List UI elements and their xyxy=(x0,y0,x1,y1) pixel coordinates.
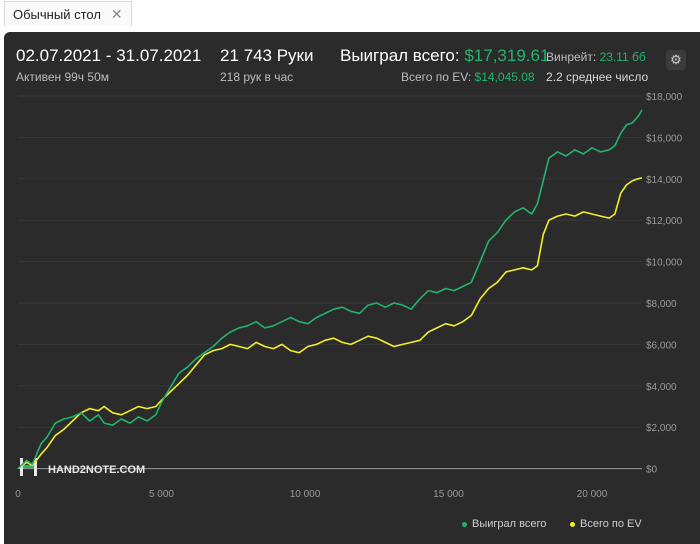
y-tick-label: $2,000 xyxy=(646,423,677,434)
tab-bar: Обычный стол ✕ xyxy=(0,0,700,28)
tab-regular-table[interactable]: Обычный стол ✕ xyxy=(4,1,132,26)
legend-ev-swatch xyxy=(570,521,575,527)
y-tick-label: $14,000 xyxy=(646,175,683,186)
x-tick-label: 10 000 xyxy=(290,489,321,500)
y-tick-label: $6,000 xyxy=(646,340,677,351)
y-tick-label: $12,000 xyxy=(646,216,683,227)
x-tick-label: 20 000 xyxy=(577,489,608,500)
y-tick-label: $18,000 xyxy=(646,92,683,103)
legend-won[interactable]: Выиграл всего xyxy=(462,518,546,530)
profit-chart: $0 $2,000 $4,000 $6,000 $8,000 $10,000 $12,000… xyxy=(15,92,683,500)
x-tick-label: 5 000 xyxy=(149,489,174,500)
legend-won-swatch xyxy=(462,521,467,527)
x-tick-label: 0 xyxy=(15,489,21,500)
y-tick-label: $8,000 xyxy=(646,299,677,310)
legend-won-label: Выиграл всего xyxy=(472,518,547,530)
tab-label: Обычный стол xyxy=(13,6,101,22)
y-tick-label: $16,000 xyxy=(646,133,683,144)
hand2note-watermark: HAND2NOTE.COM xyxy=(48,464,145,476)
y-tick-label: $10,000 xyxy=(646,258,683,269)
y-tick-label: $0 xyxy=(646,465,658,476)
x-tick-label: 15 000 xyxy=(433,489,464,500)
legend-ev[interactable]: Всего по EV xyxy=(570,518,642,530)
legend-ev-label: Всего по EV xyxy=(580,518,642,530)
y-tick-label: $4,000 xyxy=(646,382,677,393)
won-series-line xyxy=(17,109,643,470)
graph-panel: 02.07.2021 - 31.07.2021 Активен 99ч 50м … xyxy=(4,32,700,544)
close-icon[interactable]: ✕ xyxy=(111,6,123,23)
